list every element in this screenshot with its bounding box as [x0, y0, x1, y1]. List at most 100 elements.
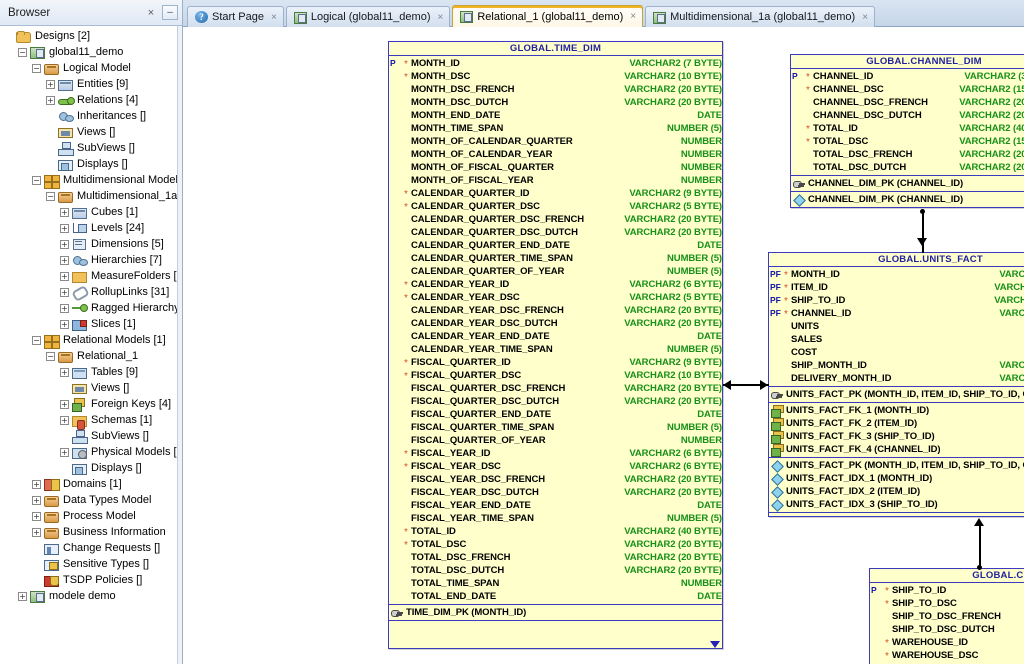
tree-item[interactable]: + Data Types Model	[0, 492, 177, 508]
er-constraint-row[interactable]: UNITS_FACT_FK_2 (ITEM_ID)	[769, 417, 1024, 431]
collapse-icon[interactable]: −	[46, 191, 55, 201]
tree-item[interactable]: + Process Model	[0, 508, 177, 524]
er-column-row[interactable]: * CALENDAR_QUARTER_DSC VARCHAR2 (5 BYTE)	[389, 200, 722, 213]
er-constraint-row[interactable]: CHANNEL_DIM_PK (CHANNEL_ID)	[791, 193, 1024, 206]
er-column-row[interactable]: *WAREHOUSE_IDVARCHAR2 (3 BYTE)	[870, 636, 1024, 649]
tree-item[interactable]: + Entities [9]	[0, 76, 177, 92]
er-column-row[interactable]: FISCAL_YEAR_DSC_FRENCH VARCHAR2 (20 BYTE)	[389, 473, 722, 486]
expand-icon[interactable]: +	[32, 527, 41, 537]
er-column-row[interactable]: * CALENDAR_YEAR_ID VARCHAR2 (6 BYTE)	[389, 278, 722, 291]
collapse-icon[interactable]: −	[46, 351, 55, 361]
tree-item[interactable]: + Tables [9]	[0, 364, 177, 380]
expand-icon[interactable]: +	[18, 591, 27, 601]
er-column-row[interactable]: * FISCAL_QUARTER_ID VARCHAR2 (9 BYTE)	[389, 356, 722, 369]
tree-item[interactable]: + Business Information	[0, 524, 177, 540]
editor-tab[interactable]: Relational_1 (global11_demo) ×	[452, 5, 644, 27]
er-table[interactable]: GLOBAL.TIME_DIM P * MONTH_ID VARCHAR2 (7 BYT…	[388, 41, 723, 649]
er-column-row[interactable]: P * MONTH_ID VARCHAR2 (7 BYTE)	[389, 57, 722, 70]
collapse-icon[interactable]: −	[32, 175, 41, 185]
editor-tab[interactable]: ? Start Page ×	[187, 6, 284, 27]
expand-icon[interactable]: +	[32, 479, 41, 489]
er-column-row[interactable]: * CALENDAR_QUARTER_ID VARCHAR2 (9 BYTE)	[389, 187, 722, 200]
er-column-row[interactable]: * CALENDAR_YEAR_DSC VARCHAR2 (5 BYTE)	[389, 291, 722, 304]
editor-tab[interactable]: Multidimensional_1a (global11_demo) ×	[645, 6, 876, 27]
tree-item[interactable]: − Logical Model	[0, 60, 177, 76]
tree-item[interactable]: + Hierarchies [7]	[0, 252, 177, 268]
expand-icon[interactable]: +	[46, 95, 55, 105]
expand-icon[interactable]: +	[60, 271, 69, 281]
tree-item[interactable]: + Slices [1]	[0, 316, 177, 332]
tree-item[interactable]: Displays []	[0, 156, 177, 172]
er-column-row[interactable]: TOTAL_TIME_SPAN NUMBER	[389, 577, 722, 590]
er-column-row[interactable]: CALENDAR_YEAR_DSC_FRENCH VARCHAR2 (20 BYT…	[389, 304, 722, 317]
tree-item[interactable]: − Multidimensional_1a	[0, 188, 177, 204]
er-constraint-row[interactable]: UNITS_FACT_PK (MONTH_ID, ITEM_ID, SHIP_T…	[769, 388, 1024, 401]
er-column-row[interactable]: CALENDAR_QUARTER_DSC_FRENCH VARCHAR2 (20 …	[389, 213, 722, 226]
collapse-icon[interactable]: −	[32, 63, 41, 73]
er-column-row[interactable]: FISCAL_QUARTER_TIME_SPAN NUMBER (5)	[389, 421, 722, 434]
relational-diagram-canvas[interactable]: GLOBAL.TIME_DIM P * MONTH_ID VARCHAR2 (7 BYT…	[183, 27, 1024, 664]
er-column-row[interactable]: SHIP_TO_DSC_DUTCHVARCHAR2 (60 BYTE)	[870, 623, 1024, 636]
er-column-row[interactable]: PF*CHANNEL_ID VARCHAR2 (3 BYTE)	[769, 307, 1024, 320]
er-constraint-row[interactable]: UNITS_FACT_FK_1 (MONTH_ID)	[769, 404, 1024, 418]
er-column-row[interactable]: *TOTAL_ID VARCHAR2 (40 BYTE)	[389, 525, 722, 538]
er-column-row[interactable]: DELIVERY_MONTH_ID VARCHAR2 (7 BYTE)	[769, 372, 1024, 385]
expand-icon[interactable]: +	[32, 495, 41, 505]
er-column-row[interactable]: CHANNEL_DSC_FRENCH VARCHAR2 (20 BYTE)	[791, 96, 1024, 109]
er-column-row[interactable]: CALENDAR_YEAR_TIME_SPAN NUMBER (5)	[389, 343, 722, 356]
close-icon[interactable]: ×	[144, 6, 158, 20]
er-column-row[interactable]: FISCAL_QUARTER_DSC_DUTCH VARCHAR2 (20 BYT…	[389, 395, 722, 408]
tree-item[interactable]: Views []	[0, 124, 177, 140]
er-constraint-row[interactable]: UNITS_FACT_IDX_2 (ITEM_ID)	[769, 485, 1024, 498]
er-column-row[interactable]: COSTNUMBER	[769, 346, 1024, 359]
tree-item[interactable]: + RollupLinks [31]	[0, 284, 177, 300]
er-column-row[interactable]: SALESNUMBER	[769, 333, 1024, 346]
tree-item[interactable]: − Relational_1	[0, 348, 177, 364]
er-constraint-row[interactable]: UNITS_FACT_FK_4 (CHANNEL_ID)	[769, 443, 1024, 457]
er-constraint-row[interactable]: TIME_DIM_PK (MONTH_ID)	[389, 606, 722, 619]
editor-tab[interactable]: Logical (global11_demo) ×	[285, 6, 451, 27]
tree-item[interactable]: Inheritances []	[0, 108, 177, 124]
er-column-row[interactable]: FISCAL_YEAR_DSC_DUTCH VARCHAR2 (20 BYTE)	[389, 486, 722, 499]
expand-icon[interactable]: +	[60, 239, 69, 249]
tree-item[interactable]: Displays []	[0, 460, 177, 476]
er-column-row[interactable]: CHANNEL_DSC_DUTCH VARCHAR2 (20 BYTE)	[791, 109, 1024, 122]
tree-item[interactable]: Change Requests []	[0, 540, 177, 556]
er-column-row[interactable]: MONTH_OF_FISCAL_YEAR NUMBER	[389, 174, 722, 187]
er-column-row[interactable]: *SHIP_TO_DSCVARCHAR2 (30 BYTE)	[870, 597, 1024, 610]
er-column-row[interactable]: CALENDAR_QUARTER_TIME_SPAN NUMBER (5)	[389, 252, 722, 265]
er-column-row[interactable]: SHIP_TO_DSC_FRENCHVARCHAR2 (60 BYTE)	[870, 610, 1024, 623]
er-column-row[interactable]: MONTH_OF_CALENDAR_YEAR NUMBER	[389, 148, 722, 161]
tree-item[interactable]: Views []	[0, 380, 177, 396]
tree-item[interactable]: + MeasureFolders [1]	[0, 268, 177, 284]
tree-item[interactable]: + Domains [1]	[0, 476, 177, 492]
expand-icon[interactable]: +	[60, 207, 69, 217]
tree-item[interactable]: + Relations [4]	[0, 92, 177, 108]
expand-icon[interactable]: +	[60, 287, 69, 297]
tree-item[interactable]: − Relational Models [1]	[0, 332, 177, 349]
er-constraint-row[interactable]: UNITS_FACT_IDX_1 (MONTH_ID)	[769, 472, 1024, 485]
er-column-row[interactable]: * MONTH_DSC VARCHAR2 (10 BYTE)	[389, 70, 722, 83]
tree-item[interactable]: Sensitive Types []	[0, 556, 177, 572]
tree-item[interactable]: + Cubes [1]	[0, 204, 177, 220]
expand-icon[interactable]: +	[60, 415, 69, 425]
er-column-row[interactable]: MONTH_DSC_FRENCH VARCHAR2 (20 BYTE)	[389, 83, 722, 96]
tree-item[interactable]: − global11_demo	[0, 44, 177, 60]
er-column-row[interactable]: TOTAL_DSC_FRENCH VARCHAR2 (20 BYTE)	[389, 551, 722, 564]
tree-item[interactable]: + Levels [24]	[0, 220, 177, 236]
tree-item[interactable]: Designs [2]	[0, 28, 177, 44]
expand-icon[interactable]: +	[60, 447, 69, 457]
expand-icon[interactable]: +	[60, 399, 69, 409]
er-column-row[interactable]: CALENDAR_YEAR_END_DATE DATE	[389, 330, 722, 343]
er-column-row[interactable]: *TOTAL_DSC VARCHAR2 (15 BYTE)	[791, 135, 1024, 148]
tab-close-icon[interactable]: ×	[862, 12, 868, 23]
er-column-row[interactable]: MONTH_OF_FISCAL_QUARTER NUMBER	[389, 161, 722, 174]
er-column-row[interactable]: FISCAL_YEAR_END_DATE DATE	[389, 499, 722, 512]
er-constraint-row[interactable]: UNITS_FACT_FK_3 (SHIP_TO_ID)	[769, 430, 1024, 444]
er-column-row[interactable]: *CHANNEL_DSC VARCHAR2 (15 BYTE)	[791, 83, 1024, 96]
expand-icon[interactable]: +	[60, 367, 69, 377]
er-column-row[interactable]: CALENDAR_YEAR_DSC_DUTCH VARCHAR2 (20 BYTE…	[389, 317, 722, 330]
er-column-row[interactable]: FISCAL_QUARTER_END_DATE DATE	[389, 408, 722, 421]
er-column-row[interactable]: * FISCAL_YEAR_DSC VARCHAR2 (6 BYTE)	[389, 460, 722, 473]
er-column-row[interactable]: SHIP_MONTH_ID VARCHAR2 (7 BYTE)	[769, 359, 1024, 372]
